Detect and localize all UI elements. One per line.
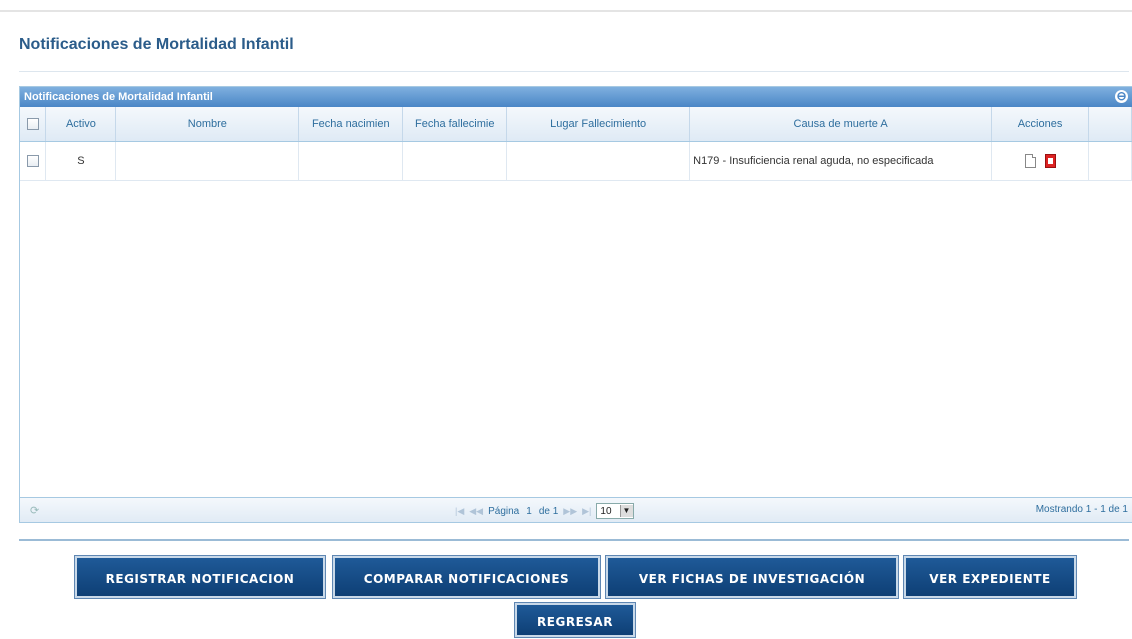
ver-expediente-button[interactable]: VER EXPEDIENTE <box>904 556 1076 598</box>
column-header-activo[interactable]: Activo <box>45 107 117 142</box>
view-document-icon[interactable] <box>1024 154 1036 168</box>
pdf-icon[interactable] <box>1044 154 1056 168</box>
top-divider <box>0 10 1132 12</box>
row-checkbox[interactable] <box>26 155 39 168</box>
select-all-checkbox[interactable] <box>26 118 39 131</box>
cell-lugar-fallecimiento <box>506 141 691 181</box>
select-all-header[interactable] <box>20 107 47 142</box>
registrar-notificacion-button[interactable]: REGISTRAR NOTIFICACION <box>75 556 325 598</box>
grid-caption: Notificaciones de Mortalidad Infantil ⊖ <box>20 87 1132 107</box>
column-header-lugar-fallecimiento[interactable]: Lugar Fallecimiento <box>506 107 691 142</box>
table-row[interactable]: S N179 - Insuficiencia renal aguda, no e… <box>20 141 1132 181</box>
cell-causa-muerte: N179 - Insuficiencia renal aguda, no esp… <box>689 141 993 181</box>
cell-nombre <box>115 141 300 181</box>
collapse-grid-icon[interactable]: ⊖ <box>1115 90 1128 103</box>
next-page-icon[interactable]: ▶▶ <box>563 506 577 517</box>
page-size-value: 10 <box>600 505 612 517</box>
last-page-icon[interactable]: ▶| <box>582 506 591 517</box>
cell-fecha-fallecimiento <box>402 141 508 181</box>
prev-page-icon[interactable]: ◀◀ <box>469 506 483 517</box>
page-title: Notificaciones de Mortalidad Infantil <box>19 36 294 53</box>
column-header-filler <box>1088 107 1132 142</box>
pager-navigation: |◀ ◀◀ Página 1 de 1 ▶▶ ▶| 10 ▼ <box>455 503 634 519</box>
page-size-select[interactable]: 10 ▼ <box>596 503 634 519</box>
page-total: de 1 <box>538 505 559 517</box>
chevron-down-icon[interactable]: ▼ <box>619 505 633 517</box>
column-header-causa-muerte[interactable]: Causa de muerte A <box>689 107 993 142</box>
cell-filler <box>1088 141 1132 181</box>
column-header-fecha-fallecimiento[interactable]: Fecha fallecimie <box>402 107 508 142</box>
cell-fecha-nacimiento <box>298 141 404 181</box>
grid-pager: ⟳ |◀ ◀◀ Página 1 de 1 ▶▶ ▶| 10 ▼ Mostran… <box>20 497 1132 522</box>
first-page-icon[interactable]: |◀ <box>455 506 464 517</box>
ver-fichas-investigacion-button[interactable]: VER FICHAS DE INVESTIGACIÓN <box>606 556 898 598</box>
column-header-acciones: Acciones <box>991 107 1089 142</box>
page-label: Página <box>488 505 520 517</box>
notifications-table: Activo Nombre Fecha nacimien Fecha falle… <box>20 107 1132 181</box>
cell-activo: S <box>45 141 117 181</box>
bottom-divider <box>19 539 1129 541</box>
comparar-notificaciones-button[interactable]: COMPARAR NOTIFICACIONES <box>333 556 600 598</box>
notifications-grid: Notificaciones de Mortalidad Infantil ⊖ … <box>19 86 1132 523</box>
regresar-button[interactable]: REGRESAR <box>515 603 635 637</box>
column-header-nombre[interactable]: Nombre <box>115 107 300 142</box>
row-select-cell[interactable] <box>20 141 47 181</box>
refresh-icon[interactable]: ⟳ <box>30 504 39 517</box>
column-header-fecha-nacimiento[interactable]: Fecha nacimien <box>298 107 404 142</box>
cell-acciones <box>991 141 1089 181</box>
record-range: Mostrando 1 - 1 de 1 <box>1035 504 1128 515</box>
title-divider <box>19 71 1129 72</box>
table-header-row: Activo Nombre Fecha nacimien Fecha falle… <box>20 107 1132 142</box>
grid-caption-text: Notificaciones de Mortalidad Infantil <box>24 91 213 103</box>
page-input[interactable]: 1 <box>524 506 534 517</box>
